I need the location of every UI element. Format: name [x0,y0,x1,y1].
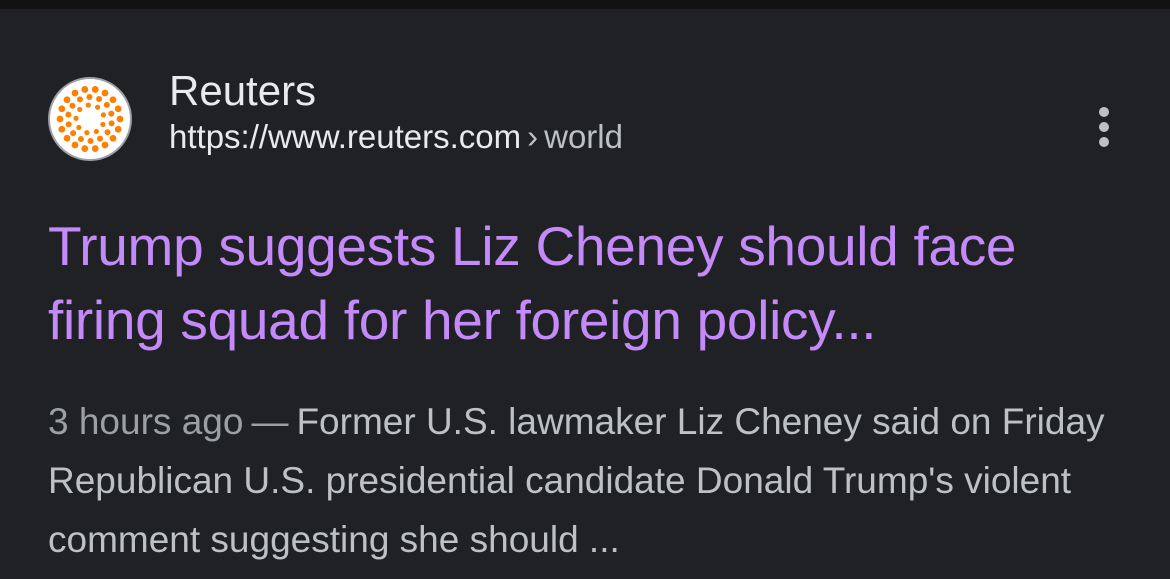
result-title-link[interactable]: Trump suggests Liz Cheney should face fi… [48,209,1138,357]
logo-dot [95,104,101,110]
logo-dot [63,134,71,142]
logo-dot [91,86,99,93]
top-divider [0,0,1170,9]
reuters-logo-icon[interactable] [48,77,132,161]
logo-dot [71,141,79,149]
logo-dot [87,137,94,144]
logo-dot [114,105,122,113]
logo-dot [58,125,66,133]
logo-dot [109,96,117,104]
more-vertical-icon [1099,107,1109,117]
logo-dot [101,89,109,97]
snippet-dash: — [251,401,289,442]
logo-dot [85,102,91,108]
logo-dot [96,95,103,102]
logo-dot [69,102,76,109]
logo-dot [103,101,110,108]
logo-dot [93,128,99,135]
logo-dot [108,120,115,127]
logo-dot [116,115,124,123]
url-path: world [544,118,623,155]
source-block[interactable]: Reuters https://www.reuters.com › world [169,67,623,157]
result-snippet: 3 hours ago — Former U.S. lawmaker Liz Che… [48,392,1128,569]
logo-dot [65,121,72,128]
more-options-button[interactable] [1082,97,1126,157]
more-vertical-icon-dot [1099,122,1109,132]
site-url: https://www.reuters.com › world [169,117,623,157]
logo-dot [100,121,106,128]
logo-dot [73,115,79,121]
more-vertical-icon-dot [1099,137,1109,147]
logo-dot [97,135,104,142]
logo-dot [76,124,82,131]
logo-dot [63,96,71,104]
reuters-dot-ring-icon [56,86,124,152]
logo-dot [58,105,66,113]
logo-dot [104,129,111,136]
snippet-date: 3 hours ago [48,401,244,442]
logo-dot [81,86,89,93]
logo-dot [81,145,89,152]
logo-dot [56,115,64,123]
url-separator: › [527,118,539,155]
logo-dot [77,106,83,113]
logo-dot [77,136,84,143]
logo-dot [108,110,115,117]
site-name: Reuters [169,67,317,114]
logo-dot [109,134,117,142]
logo-dot [101,141,109,149]
url-base: https://www.reuters.com [169,118,522,155]
search-result-card: Reuters https://www.reuters.com › world Tr… [0,9,1170,579]
logo-dot [70,130,77,137]
logo-dot [114,125,122,133]
logo-dot [65,111,72,118]
logo-dot [91,145,99,152]
logo-dot [76,96,83,103]
logo-dot [71,89,79,97]
logo-dot [84,130,90,136]
logo-dot [100,112,106,118]
logo-dot [86,94,93,101]
